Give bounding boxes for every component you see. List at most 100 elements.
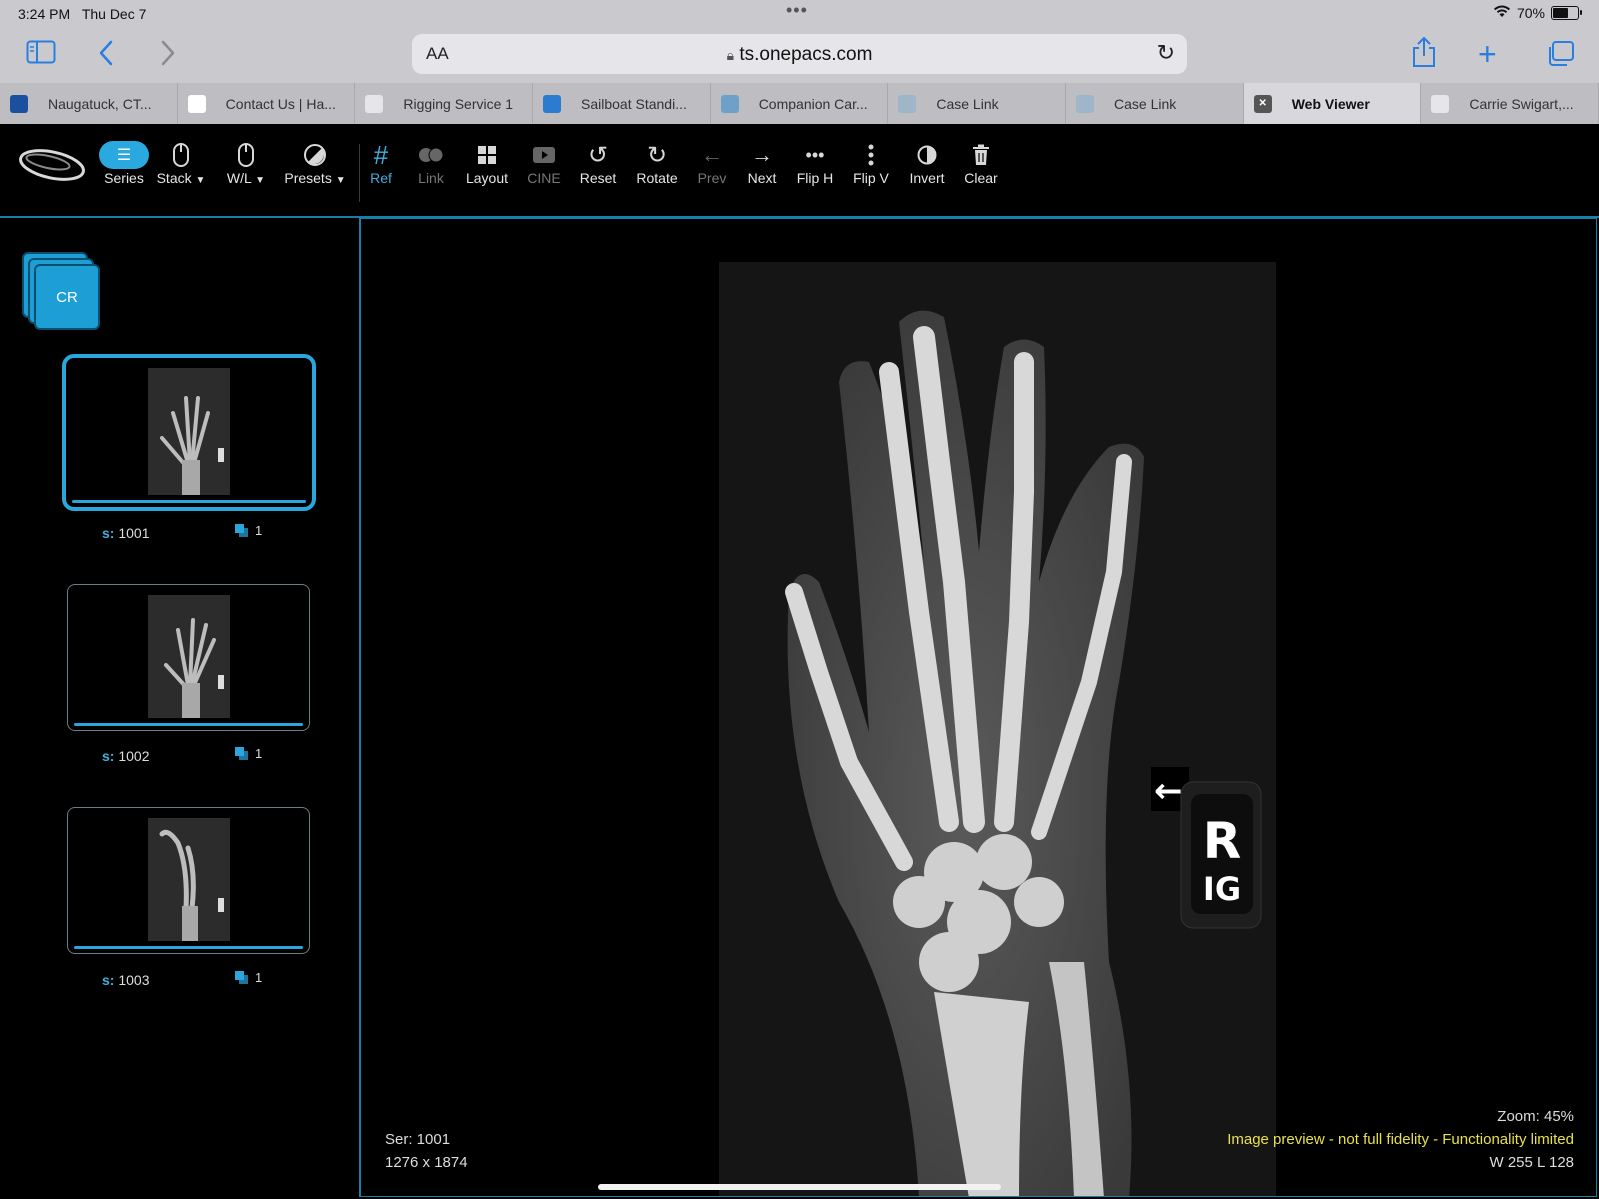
tab-label: Case Link: [936, 95, 999, 112]
wl-button[interactable]: W/L ▼: [222, 140, 270, 186]
xray-image[interactable]: ← R IG: [719, 262, 1276, 1196]
link-circles-icon: [414, 140, 448, 170]
address-bar[interactable]: AA 🔒︎ ts.onepacs.com ↻: [412, 34, 1187, 74]
series-thumbnail-1002[interactable]: [67, 584, 310, 731]
image-count: 1: [235, 746, 262, 761]
modality-label: CR: [34, 264, 100, 330]
trash-icon: [962, 140, 1000, 170]
image-viewport[interactable]: ← R IG Ser: 1001 1276 x 1874 Zoom: 45% I…: [359, 218, 1597, 1197]
ref-button[interactable]: # Ref: [366, 139, 396, 187]
side-marker-letter: R: [1203, 812, 1242, 870]
grid-icon: [463, 140, 511, 170]
image-count: 1: [235, 970, 262, 985]
browser-tab[interactable]: Sailboat Standi...: [533, 83, 711, 124]
invert-label: Invert: [909, 170, 945, 186]
series-progress-bar: [72, 500, 306, 503]
thumbnail-image: [148, 368, 230, 495]
tabs-overview-icon[interactable]: [1545, 40, 1575, 75]
caret-down-icon: ▼: [255, 175, 266, 186]
tab-label: Rigging Service 1: [403, 95, 514, 112]
close-tab-icon[interactable]: ✕: [1253, 94, 1272, 113]
link-label: Link: [418, 170, 444, 186]
link-button[interactable]: Link: [414, 140, 448, 186]
browser-toolbar: AA 🔒︎ ts.onepacs.com ↻ +: [0, 28, 1599, 83]
layout-label: Layout: [465, 170, 509, 186]
battery-icon: [1551, 6, 1582, 20]
dimensions-overlay: 1276 x 1874: [385, 1154, 468, 1171]
cine-button[interactable]: CINE: [525, 140, 563, 186]
favicon-icon: [543, 94, 562, 113]
tab-label: Contact Us | Ha...: [225, 95, 336, 112]
rotate-icon: ↻: [646, 141, 668, 169]
back-icon[interactable]: [98, 40, 114, 73]
series-number-label: s: 1002: [102, 748, 150, 764]
status-bar: 3:24 PM Thu Dec 7 ••• 70%: [0, 0, 1599, 28]
favicon-icon: [10, 94, 28, 113]
prev-button[interactable]: ← Prev: [694, 140, 730, 186]
flip-h-label: Flip H: [796, 170, 834, 186]
presets-label: Presets: [284, 170, 332, 186]
half-circle-icon: [907, 140, 947, 170]
battery-percent: 70%: [1516, 5, 1545, 21]
undo-icon: ↺: [587, 141, 609, 169]
arrow-left-icon: ←: [701, 142, 723, 167]
arrow-right-icon: →: [751, 142, 773, 167]
presets-button[interactable]: Presets ▼: [283, 140, 347, 186]
hash-icon: #: [373, 139, 389, 170]
multitasking-dots-icon[interactable]: •••: [786, 0, 808, 21]
horizontal-dots-icon: •••: [805, 144, 825, 165]
caret-down-icon: ▼: [335, 175, 346, 186]
forward-icon[interactable]: [160, 40, 176, 73]
tab-label: Case Link: [1114, 95, 1177, 112]
browser-tab[interactable]: Carrie Swigart,...: [1421, 83, 1599, 124]
series-label: Series: [104, 170, 144, 186]
browser-tab[interactable]: Companion Car...: [711, 83, 889, 124]
next-button[interactable]: → Next: [744, 140, 780, 186]
clear-button[interactable]: Clear: [962, 140, 1000, 186]
zoom-overlay: Zoom: 45%: [1497, 1108, 1574, 1125]
stack-button[interactable]: Stack ▼: [155, 140, 207, 186]
browser-tab[interactable]: Rigging Service 1: [355, 83, 534, 124]
series-thumbnail-1003[interactable]: [67, 807, 310, 954]
favicon-icon: [1431, 94, 1450, 113]
lock-icon: 🔒︎: [726, 47, 735, 63]
rotate-label: Rotate: [636, 170, 678, 186]
thumbnail-image: [147, 818, 230, 941]
tab-label: Naugatuck, CT...: [48, 95, 152, 112]
side-arrow-icon: ←: [1154, 771, 1183, 811]
browser-tab[interactable]: Case Link: [888, 83, 1067, 124]
favicon-icon: [365, 94, 384, 113]
series-overlay: Ser: 1001: [385, 1131, 451, 1148]
image-count: 1: [235, 523, 262, 538]
browser-tab[interactable]: Case Link: [1066, 83, 1244, 124]
tab-label: Web Viewer: [1291, 95, 1370, 112]
wl-label: W/L: [226, 170, 252, 186]
sidebar-toggle-icon[interactable]: [26, 40, 56, 71]
series-sidebar: CR s: 1001 1 s: 1002 1 s: 1003 1: [0, 218, 358, 1199]
browser-tab[interactable]: Contact Us | Ha...: [178, 83, 356, 124]
images-icon: [235, 746, 249, 761]
thumbnail-image: [147, 595, 230, 718]
series-button[interactable]: ☰ Series: [98, 140, 150, 186]
images-icon: [235, 970, 249, 985]
reset-button[interactable]: ↺ Reset: [578, 140, 618, 187]
flip-h-button[interactable]: ••• Flip H: [794, 140, 836, 187]
home-indicator[interactable]: [598, 1184, 1001, 1190]
invert-button[interactable]: Invert: [907, 140, 947, 186]
new-tab-icon[interactable]: +: [1478, 36, 1497, 73]
flip-v-button[interactable]: Flip V: [851, 140, 891, 186]
mouse-icon: [155, 140, 207, 170]
viewer-toolbar: ☰ Series Stack ▼ W/L ▼ Presets ▼ # Ref L…: [0, 124, 1599, 218]
browser-tab[interactable]: Naugatuck, CT...: [0, 83, 178, 124]
tab-bar: Naugatuck, CT... Contact Us | Ha... Riggin…: [0, 83, 1599, 124]
browser-tab[interactable]: ✕ Web Viewer: [1243, 83, 1422, 124]
share-icon[interactable]: [1410, 36, 1438, 75]
rotate-button[interactable]: ↻ Rotate: [634, 140, 680, 187]
favicon-icon: [720, 94, 739, 113]
reload-icon[interactable]: ↻: [1157, 40, 1175, 66]
toolbar-divider: [359, 144, 360, 202]
layout-button[interactable]: Layout: [463, 140, 511, 186]
series-thumbnail-1001[interactable]: [62, 354, 316, 511]
series-progress-bar: [74, 723, 303, 726]
onepacs-logo: [19, 149, 85, 181]
